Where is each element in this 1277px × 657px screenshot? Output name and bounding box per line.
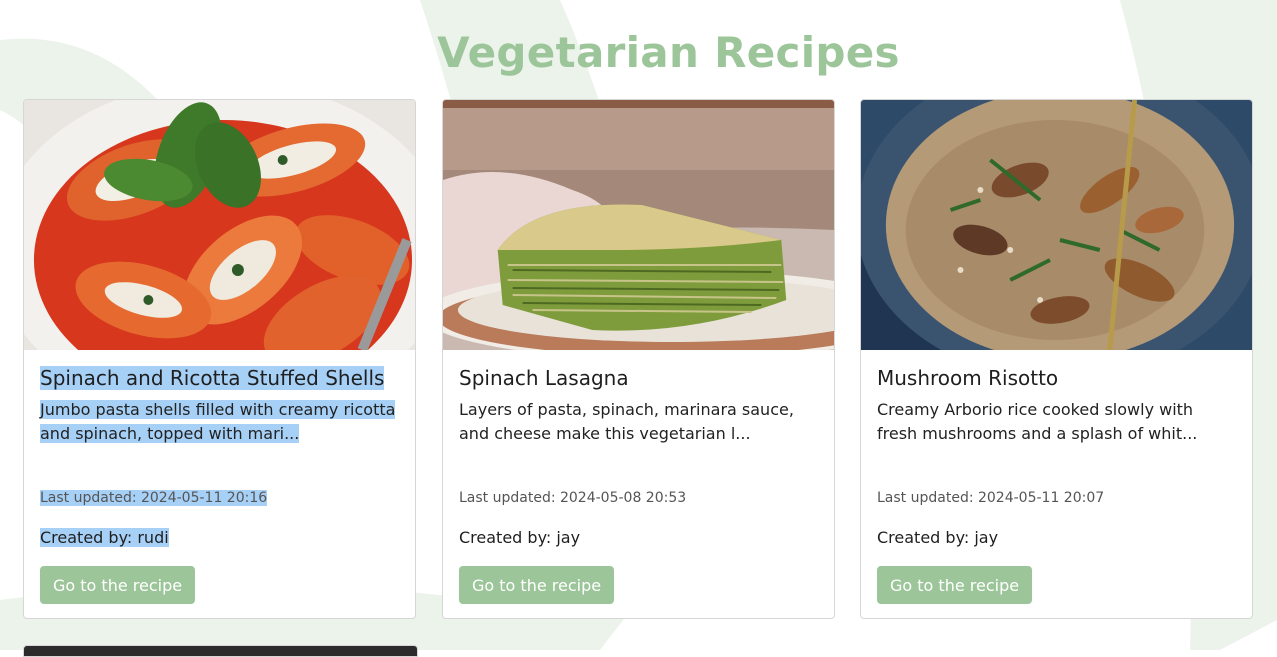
recipe-card: Mushroom Risotto Creamy Arborio rice coo… xyxy=(860,99,1253,619)
last-updated: Last updated: 2024-05-11 20:07 xyxy=(877,490,1105,506)
recipe-title: Spinach and Ricotta Stuffed Shells xyxy=(40,366,385,390)
last-updated: Last updated: 2024-05-08 20:53 xyxy=(459,490,687,506)
go-to-recipe-button[interactable]: Go to the recipe xyxy=(40,566,196,604)
recipe-description: Creamy Arborio rice cooked slowly with f… xyxy=(877,400,1198,443)
recipe-title: Mushroom Risotto xyxy=(877,366,1059,390)
recipe-card: Spinach and Ricotta Stuffed Shells Jumbo… xyxy=(23,99,416,619)
created-by: Created by: jay xyxy=(459,528,581,547)
recipe-card: Spinach Lasagna Layers of pasta, spinach… xyxy=(442,99,835,619)
recipe-title: Spinach Lasagna xyxy=(459,366,629,390)
created-by: Created by: jay xyxy=(877,528,999,547)
mushroom-risotto-image xyxy=(861,100,1252,350)
recipe-description: Jumbo pasta shells filled with creamy ri… xyxy=(40,400,396,443)
recipe-card-next-row[interactable] xyxy=(23,645,418,657)
stuffed-shells-image xyxy=(24,100,415,350)
last-updated: Last updated: 2024-05-11 20:16 xyxy=(40,490,268,506)
recipe-description: Layers of pasta, spinach, marinara sauce… xyxy=(459,400,794,443)
created-by: Created by: rudi xyxy=(40,528,169,547)
go-to-recipe-button[interactable]: Go to the recipe xyxy=(877,566,1033,604)
go-to-recipe-button[interactable]: Go to the recipe xyxy=(459,566,615,604)
page-title: Vegetarian Recipes xyxy=(437,28,900,77)
spinach-lasagna-image xyxy=(443,100,834,350)
